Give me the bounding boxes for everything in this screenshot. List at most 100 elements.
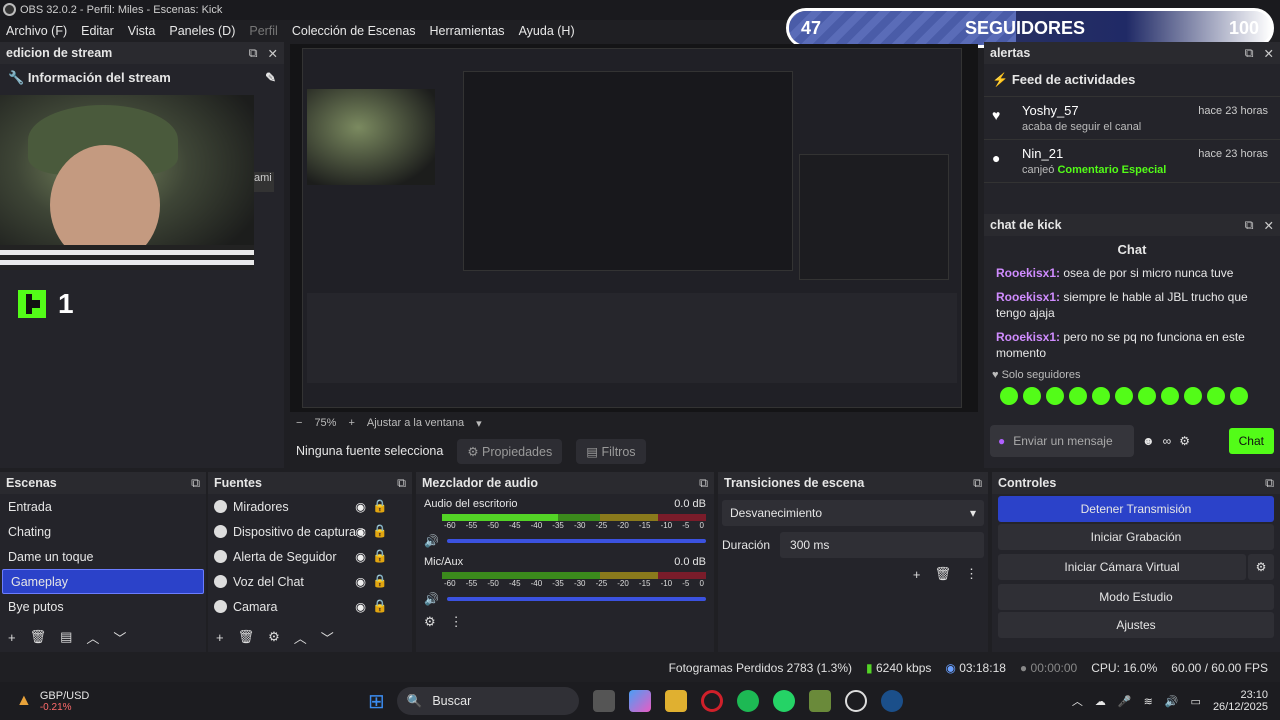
menu-paneles[interactable]: Paneles (D) xyxy=(169,24,235,38)
float-icon[interactable]: ⧉ xyxy=(249,46,258,61)
obs-taskbar-icon[interactable] xyxy=(844,690,867,712)
menu-herramientas[interactable]: Herramientas xyxy=(430,24,505,38)
volume-slider[interactable] xyxy=(446,597,706,601)
trash-icon[interactable]: 🗑 xyxy=(30,629,47,645)
task-view-icon[interactable] xyxy=(592,690,615,712)
gear-icon[interactable]: ⚙ xyxy=(424,614,436,630)
copilot-icon[interactable] xyxy=(628,690,651,712)
minecraft-icon[interactable] xyxy=(808,690,831,712)
chat-user[interactable]: Rooekisx1: xyxy=(996,266,1060,280)
add-icon[interactable]: + xyxy=(216,630,224,645)
source-item[interactable]: Alerta de Seguidor ◉ 🔒 xyxy=(208,544,412,569)
fit-select[interactable]: Ajustar a la ventana xyxy=(367,417,464,429)
lock-icon[interactable]: 🔒 xyxy=(372,599,388,614)
menu-perfil[interactable]: Perfil xyxy=(249,24,277,38)
eye-icon[interactable]: ◉ xyxy=(355,499,366,514)
studio-mode-button[interactable]: Modo Estudio xyxy=(998,584,1274,610)
cloud-icon[interactable]: ☁ xyxy=(1095,695,1106,708)
chat-send-button[interactable]: Chat xyxy=(1228,428,1274,454)
float-icon[interactable]: ⧉ xyxy=(1245,46,1254,61)
emote-icon[interactable] xyxy=(1046,387,1064,405)
zoom-out-icon[interactable]: − xyxy=(296,417,302,429)
clock[interactable]: 23:10 26/12/2025 xyxy=(1213,689,1268,713)
gear-icon[interactable]: ⚙ xyxy=(268,629,280,645)
infinity-icon[interactable]: ∞ xyxy=(1163,434,1172,448)
transition-select[interactable]: Desvanecimiento ▾ xyxy=(722,500,984,526)
menu-archivo[interactable]: Archivo (F) xyxy=(6,24,67,38)
chat-user[interactable]: Rooekisx1: xyxy=(996,330,1060,344)
close-icon[interactable]: ✕ xyxy=(1264,46,1274,61)
chevron-down-icon[interactable]: ▾ xyxy=(476,417,482,430)
zoom-in-icon[interactable]: + xyxy=(348,417,354,429)
steam-icon[interactable] xyxy=(880,690,903,712)
scene-item[interactable]: Dame un toque xyxy=(0,544,206,569)
emote-icon[interactable] xyxy=(1161,387,1179,405)
gear-icon[interactable]: ⚙ xyxy=(1179,434,1190,448)
chevron-down-icon[interactable]: ﹀ xyxy=(321,628,334,647)
volume-slider[interactable] xyxy=(446,539,706,543)
float-icon[interactable]: ⧉ xyxy=(699,476,708,491)
properties-button[interactable]: ⚙ Propiedades xyxy=(457,438,563,464)
add-icon[interactable]: + xyxy=(8,630,16,645)
filters-button[interactable]: ▤ Filtros xyxy=(576,438,646,464)
emote-icon[interactable] xyxy=(1207,387,1225,405)
eye-icon[interactable]: ◉ xyxy=(355,574,366,589)
eye-icon[interactable]: ◉ xyxy=(355,549,366,564)
chevron-down-icon[interactable]: ﹀ xyxy=(113,628,126,647)
battery-icon[interactable]: ▭ xyxy=(1191,695,1201,708)
chevron-up-icon[interactable]: ︿ xyxy=(294,628,307,647)
edit-pencil-icon[interactable]: ✎ xyxy=(265,70,276,86)
emote-icon[interactable] xyxy=(1000,387,1018,405)
scene-item[interactable]: Entrada xyxy=(0,494,206,519)
program-preview[interactable] xyxy=(290,44,978,412)
opera-icon[interactable] xyxy=(700,690,723,712)
float-icon[interactable]: ⧉ xyxy=(191,476,200,491)
whatsapp-icon[interactable] xyxy=(772,690,795,712)
emote-icon[interactable] xyxy=(1230,387,1248,405)
scene-item-selected[interactable]: Gameplay xyxy=(2,569,204,594)
menu-ayuda[interactable]: Ayuda (H) xyxy=(519,24,575,38)
eye-icon[interactable]: ◉ xyxy=(355,524,366,539)
chevron-up-icon[interactable]: ︿ xyxy=(1072,693,1083,709)
scene-item[interactable]: Chating xyxy=(0,519,206,544)
mic-icon[interactable]: 🎤 xyxy=(1118,695,1132,708)
start-recording-button[interactable]: Iniciar Grabación xyxy=(998,524,1274,550)
trash-icon[interactable]: 🗑 xyxy=(238,629,255,645)
menu-dots-icon[interactable]: ⋮ xyxy=(450,614,463,630)
taskbar-search[interactable]: 🔍 Buscar xyxy=(396,687,579,715)
source-item[interactable]: Camara ◉ 🔒 xyxy=(208,594,412,619)
windows-start-icon[interactable]: ⊞ xyxy=(368,689,385,714)
float-icon[interactable]: ⧉ xyxy=(1245,218,1254,233)
trash-icon[interactable]: 🗑 xyxy=(934,566,951,582)
lock-icon[interactable]: 🔒 xyxy=(372,499,388,514)
spotify-icon[interactable] xyxy=(736,690,759,712)
wifi-icon[interactable]: ≋ xyxy=(1144,695,1153,708)
gear-icon[interactable]: ⚙ xyxy=(1248,554,1274,580)
emote-icon[interactable] xyxy=(1092,387,1110,405)
lock-icon[interactable]: 🔒 xyxy=(372,524,388,539)
duration-input[interactable]: 300 ms xyxy=(780,532,984,558)
folder-icon[interactable] xyxy=(664,690,687,712)
menu-dots-icon[interactable]: ⋮ xyxy=(965,566,978,582)
float-icon[interactable]: ⧉ xyxy=(1265,476,1274,491)
emote-icon[interactable] xyxy=(1023,387,1041,405)
source-item[interactable]: Voz del Chat ◉ 🔒 xyxy=(208,569,412,594)
settings-button[interactable]: Ajustes xyxy=(998,612,1274,638)
volume-icon[interactable]: 🔊 xyxy=(1165,695,1179,708)
menu-editar[interactable]: Editar xyxy=(81,24,114,38)
menu-coleccion[interactable]: Colección de Escenas xyxy=(292,24,416,38)
volume-icon[interactable]: 🔊 xyxy=(424,534,439,548)
float-icon[interactable]: ⧉ xyxy=(973,476,982,491)
emote-icon[interactable] xyxy=(1069,387,1087,405)
emote-icon[interactable] xyxy=(1184,387,1202,405)
float-icon[interactable]: ⧉ xyxy=(397,476,406,491)
stop-stream-button[interactable]: Detener Transmisión xyxy=(998,496,1274,522)
emoji-icon[interactable]: ☻ xyxy=(1142,434,1155,448)
source-item[interactable]: Dispositivo de captura c ◉ 🔒 xyxy=(208,519,412,544)
chat-user[interactable]: Rooekisx1: xyxy=(996,290,1060,304)
source-item[interactable]: Miradores ◉ 🔒 xyxy=(208,494,412,519)
chat-input[interactable]: ● Enviar un mensaje xyxy=(990,425,1134,457)
close-icon[interactable]: ✕ xyxy=(1264,218,1274,233)
scene-item[interactable]: Bye putos xyxy=(0,594,206,619)
emote-icon[interactable] xyxy=(1138,387,1156,405)
